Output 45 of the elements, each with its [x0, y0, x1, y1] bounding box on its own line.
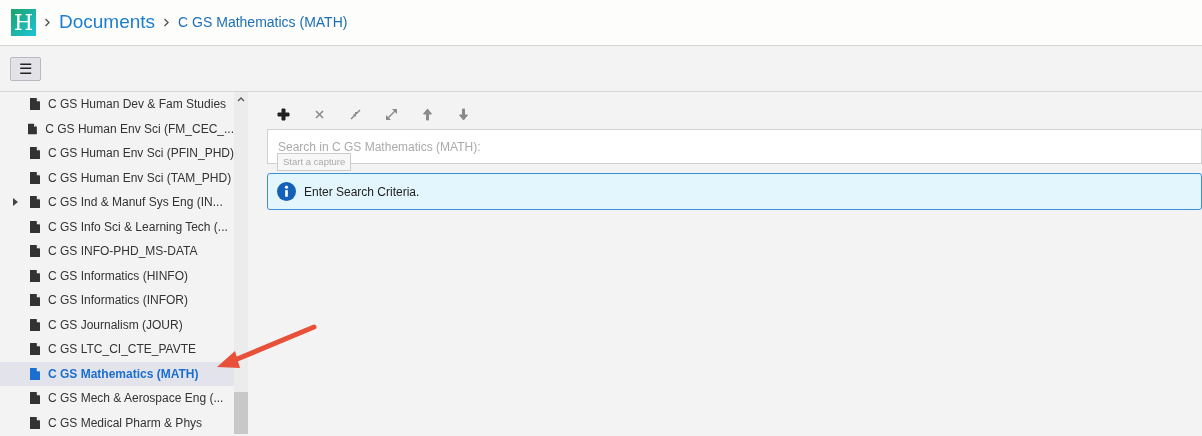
close-icon	[313, 107, 326, 121]
scrollbar[interactable]	[234, 92, 248, 434]
tree-item[interactable]: C GS Informatics (HINFO)	[0, 263, 234, 288]
document-icon	[28, 122, 38, 135]
document-icon	[30, 269, 40, 282]
tree-item[interactable]: C GS Mech & Aerospace Eng (...	[0, 386, 234, 411]
add-icon	[277, 107, 290, 121]
arrow-up-icon	[421, 107, 434, 121]
tree-item[interactable]: C GS Informatics (INFOR)	[0, 288, 234, 313]
tree-item[interactable]: C GS Info Sci & Learning Tech (...	[0, 214, 234, 239]
tree-item[interactable]: C GS Human Env Sci (PFIN_PHD)	[0, 141, 234, 166]
chevron-icon	[44, 18, 51, 27]
alert-text: Enter Search Criteria.	[304, 183, 420, 201]
scrollbar-thumb[interactable]	[234, 392, 248, 434]
tree-item[interactable]: C GS Human Env Sci (FM_CEC_...	[0, 116, 234, 141]
info-icon	[277, 182, 296, 201]
tree-item[interactable]: C GS Journalism (JOUR)	[0, 312, 234, 337]
document-icon	[30, 196, 40, 209]
chevron-icon	[163, 18, 171, 27]
tree-item[interactable]: C GS Human Dev & Fam Studies	[0, 92, 234, 117]
breadcrumb-link[interactable]: C GS Mathematics (MATH)	[178, 12, 348, 33]
breadcrumb-link[interactable]: Documents	[59, 8, 156, 37]
document-icon	[30, 220, 40, 233]
tree-item[interactable]: C GS Medical Pharm & Phys	[0, 410, 234, 434]
collapse-icon	[349, 107, 362, 121]
arrow-down-icon	[457, 107, 470, 121]
document-icon	[30, 294, 40, 307]
tree-item[interactable]: C GS Human Env Sci (TAM_PHD)	[0, 165, 234, 190]
document-icon	[29, 147, 40, 160]
document-icon	[30, 392, 40, 405]
tree-item[interactable]: C GS INFO-PHD_MS-DATA	[0, 239, 234, 264]
tree-item[interactable]: C GS Ind & Manuf Sys Eng (IN...	[0, 190, 234, 215]
menu-button[interactable]: ☰	[10, 56, 41, 81]
document-icon	[30, 245, 40, 258]
document-icon	[30, 171, 40, 184]
document-icon	[30, 318, 40, 331]
document-icon	[30, 367, 40, 380]
expand-caret-icon[interactable]	[12, 198, 18, 207]
tooltip: Start a capture	[277, 153, 352, 172]
expand-icon	[385, 107, 398, 121]
document-icon	[30, 343, 40, 356]
document-icon	[30, 416, 40, 429]
tree-item[interactable]: C GS LTC_CI_CTE_PAVTE	[0, 337, 234, 362]
tree-item[interactable]: C GS Mathematics (MATH)	[0, 361, 234, 386]
document-icon	[30, 98, 40, 111]
